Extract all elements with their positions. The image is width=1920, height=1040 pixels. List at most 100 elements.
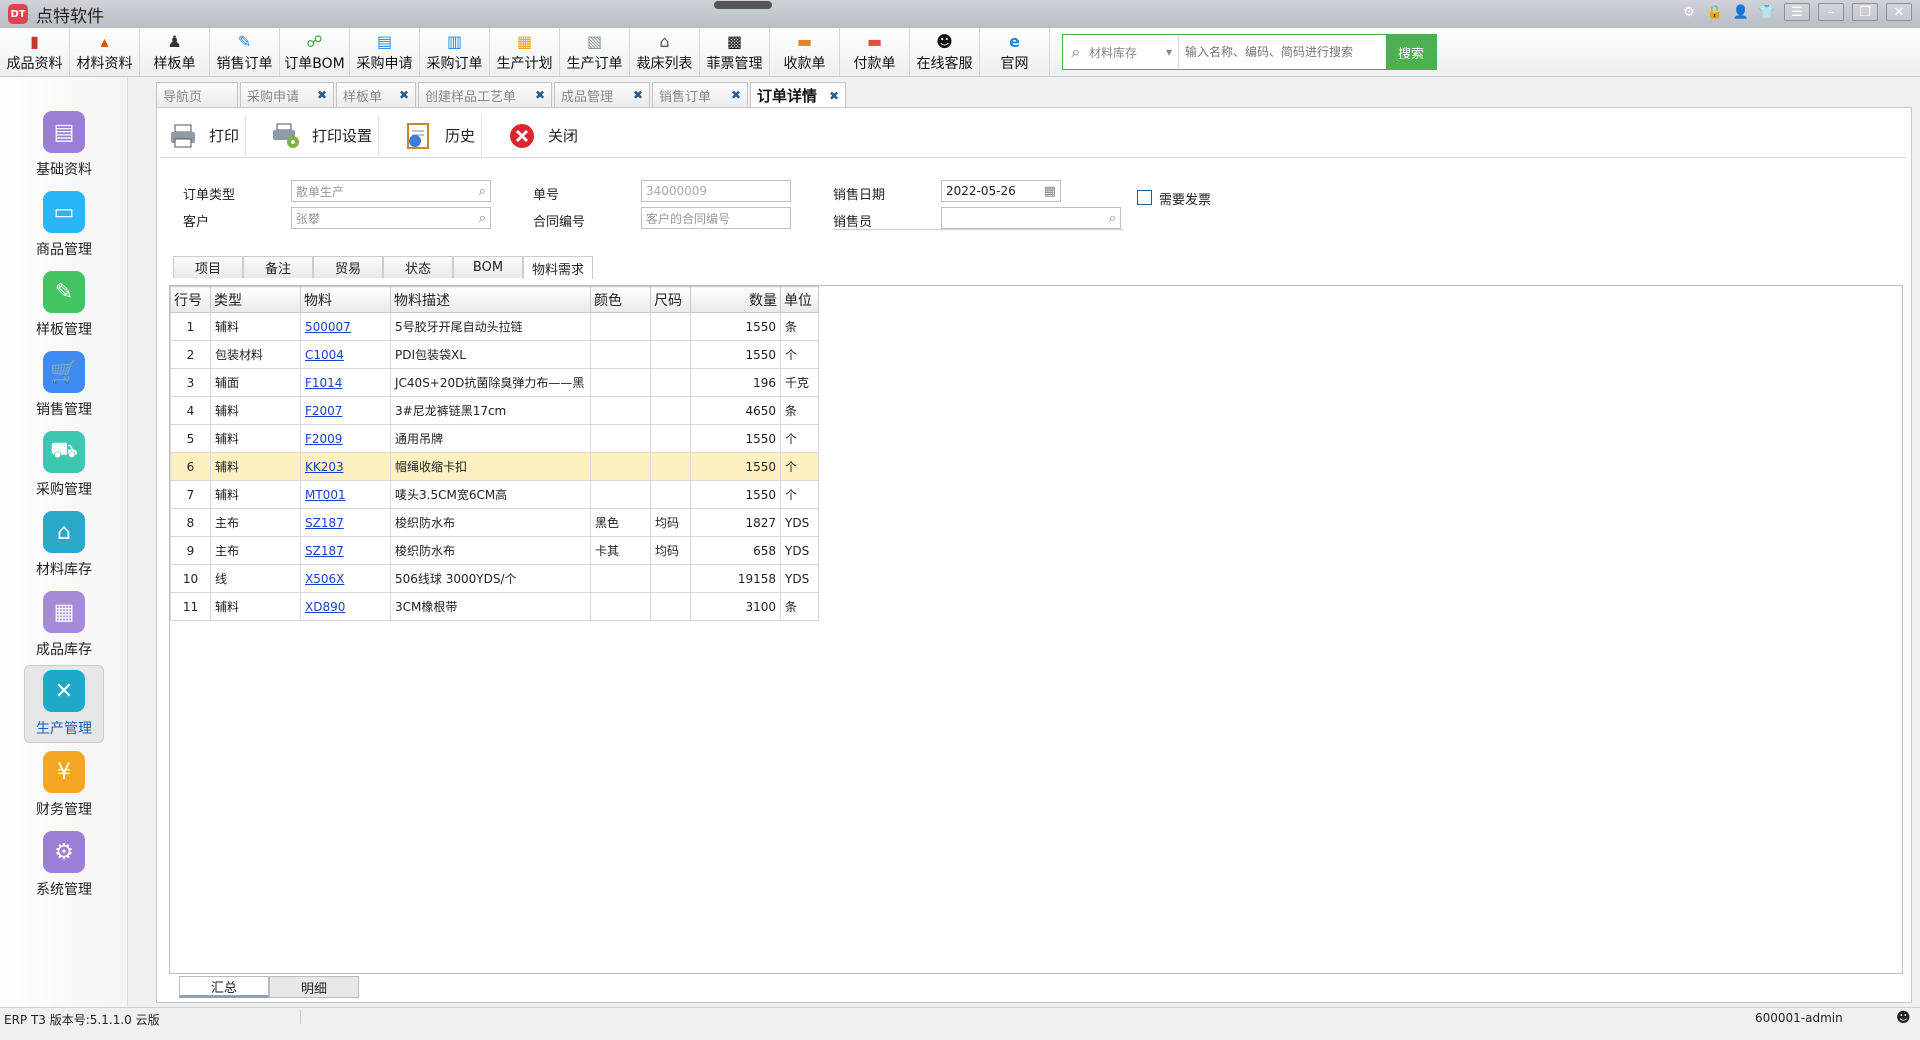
table-row[interactable]: 8 主布 SZ187 梭织防水布 黑色 均码 1827 YDS: [170, 508, 819, 537]
history-button[interactable]: 历史: [397, 115, 483, 156]
tab-summary[interactable]: 汇总: [179, 976, 269, 998]
search-icon[interactable]: ⌕: [1109, 211, 1116, 226]
shirt-icon[interactable]: 👕: [1758, 3, 1776, 21]
table-row[interactable]: 1 辅料 500007 5号胶牙开尾自动头拉链 1550 条: [170, 312, 819, 341]
close-button[interactable]: 关闭: [500, 116, 584, 156]
close-icon[interactable]: ✖: [731, 88, 741, 102]
tab-product-management[interactable]: 成品管理 ✖: [554, 82, 650, 107]
tab-purchase-request[interactable]: 采购申请 ✖: [240, 82, 334, 107]
sidebar-item-goods[interactable]: ▭ 商品管理: [24, 187, 104, 265]
sidebar-item-purchase[interactable]: ⛟ 采购管理: [24, 427, 104, 505]
sidebar-item-basic-data[interactable]: ▤ 基础资料: [24, 107, 104, 185]
table-row[interactable]: 6 辅料 KK203 帽绳收缩卡扣 1550 个: [170, 452, 819, 481]
close-icon[interactable]: ✖: [317, 88, 327, 102]
search-scope-select[interactable]: 材料库存 ▾: [1089, 35, 1179, 69]
contract-no-field[interactable]: 客户的合同编号: [641, 207, 791, 229]
tab-sample[interactable]: 样板单 ✖: [336, 82, 416, 107]
tab-order-detail[interactable]: 订单详情 ✖: [750, 82, 846, 108]
calendar-icon[interactable]: ▦: [1044, 184, 1056, 199]
window-grip[interactable]: [714, 1, 772, 9]
sale-date-field[interactable]: 2022-05-26 ▦: [941, 180, 1061, 202]
user-icon[interactable]: 👤: [1732, 3, 1750, 21]
close-icon[interactable]: ✕: [1886, 3, 1912, 21]
toolbar-cutting-list[interactable]: ⌂ 裁床列表: [630, 28, 700, 76]
table-row[interactable]: 10 线 X506X 506线球 3000YDS/个 19158 YDS: [170, 564, 819, 593]
toolbar-material[interactable]: ▴ 材料资料: [70, 28, 140, 76]
col-header-unit[interactable]: 单位: [780, 286, 819, 313]
toolbar-sales-order[interactable]: ✎ 销售订单: [210, 28, 280, 76]
maximize-icon[interactable]: ❐: [1852, 3, 1878, 21]
menu-icon[interactable]: ☰: [1784, 3, 1810, 21]
minimize-icon[interactable]: –: [1818, 3, 1844, 21]
table-row[interactable]: 11 辅料 XD890 3CM橡根带 3100 条: [170, 592, 819, 621]
invoice-checkbox[interactable]: [1137, 190, 1152, 205]
material-link[interactable]: F2007: [305, 404, 342, 418]
toolbar-payment[interactable]: ▬ 付款单: [840, 28, 910, 76]
material-link[interactable]: SZ187: [305, 544, 344, 558]
toolbar-purchase-order[interactable]: ▥ 采购订单: [420, 28, 490, 76]
order-type-field[interactable]: 散单生产 ⌕: [291, 180, 491, 202]
sidebar-item-production[interactable]: ✕ 生产管理: [24, 665, 104, 743]
material-link[interactable]: C1004: [305, 348, 344, 362]
table-row[interactable]: 4 辅料 F2007 3#尼龙裤链黑17cm 4650 条: [170, 396, 819, 425]
table-row[interactable]: 2 包装材料 C1004 PDI包装袋XL 1550 个: [170, 340, 819, 369]
material-link[interactable]: F2009: [305, 432, 342, 446]
material-link[interactable]: MT001: [305, 488, 346, 502]
close-icon[interactable]: ✖: [399, 88, 409, 102]
search-icon[interactable]: ⌕: [479, 184, 486, 199]
tab-create-sample-process[interactable]: 创建样品工艺单 ✖: [418, 82, 552, 107]
print-settings-button[interactable]: 打印设置: [264, 115, 380, 156]
toolbar-production-plan[interactable]: ▦ 生产计划: [490, 28, 560, 76]
subtab-items[interactable]: 项目: [173, 256, 243, 278]
sidebar-item-sales[interactable]: 🛒 销售管理: [24, 347, 104, 425]
col-header-material[interactable]: 物料: [300, 286, 391, 313]
tab-detail[interactable]: 明细: [269, 976, 359, 998]
sidebar-item-system[interactable]: ⚙ 系统管理: [24, 827, 104, 905]
salesperson-field[interactable]: ⌕: [941, 207, 1121, 229]
table-row[interactable]: 5 辅料 F2009 通用吊牌 1550 个: [170, 424, 819, 453]
customer-field[interactable]: 张攀 ⌕: [291, 207, 491, 229]
material-link[interactable]: F1014: [305, 376, 342, 390]
search-icon[interactable]: ⌕: [479, 211, 486, 226]
col-header-type[interactable]: 类型: [210, 286, 301, 313]
toolbar-online-service[interactable]: ☻ 在线客服: [910, 28, 980, 76]
toolbar-bom[interactable]: ☍ 订单BOM: [280, 28, 350, 76]
sidebar-item-product-stock[interactable]: ▦ 成品库存: [24, 587, 104, 665]
toolbar-production-order[interactable]: ▧ 生产订单: [560, 28, 630, 76]
col-header-color[interactable]: 颜色: [590, 286, 651, 313]
subtab-material-requirements[interactable]: 物料需求: [523, 256, 593, 279]
tab-navigation[interactable]: 导航页: [156, 82, 238, 107]
material-link[interactable]: XD890: [305, 600, 345, 614]
toolbar-receipt[interactable]: ▬ 收款单: [770, 28, 840, 76]
subtab-remarks[interactable]: 备注: [243, 256, 313, 278]
toolbar-sample[interactable]: ♟ 样板单: [140, 28, 210, 76]
toolbar-website[interactable]: e 官网: [980, 28, 1050, 76]
sidebar-item-material-stock[interactable]: ⌂ 材料库存: [24, 507, 104, 585]
tab-sales-order[interactable]: 销售订单 ✖: [652, 82, 748, 107]
qq-icon[interactable]: ☻: [1896, 1010, 1911, 1026]
print-button[interactable]: 打印: [161, 115, 247, 156]
close-icon[interactable]: ✖: [535, 88, 545, 102]
close-icon[interactable]: ✖: [829, 89, 839, 103]
col-header-size[interactable]: 尺码: [650, 286, 691, 313]
material-link[interactable]: 500007: [305, 320, 351, 334]
close-icon[interactable]: ✖: [633, 88, 643, 102]
toolbar-product[interactable]: ▮ 成品资料: [0, 28, 70, 76]
search-button[interactable]: 搜索: [1386, 35, 1436, 69]
table-row[interactable]: 9 主布 SZ187 梭织防水布 卡其 均码 658 YDS: [170, 536, 819, 565]
material-link[interactable]: KK203: [305, 460, 344, 474]
subtab-status[interactable]: 状态: [383, 256, 453, 278]
material-link[interactable]: X506X: [305, 572, 344, 586]
col-header-description[interactable]: 物料描述: [390, 286, 591, 313]
toolbar-ticket[interactable]: ▩ 菲票管理: [700, 28, 770, 76]
toolbar-purchase-request[interactable]: ▤ 采购申请: [350, 28, 420, 76]
gear-icon[interactable]: ⚙: [1680, 3, 1698, 21]
table-row[interactable]: 7 辅料 MT001 唛头3.5CM宽6CM高 1550 个: [170, 480, 819, 509]
subtab-bom[interactable]: BOM: [453, 256, 523, 278]
table-row[interactable]: 3 辅面 F1014 JC40S+20D抗菌除臭弹力布——黑 196 千克: [170, 368, 819, 397]
material-link[interactable]: SZ187: [305, 516, 344, 530]
sidebar-item-sample[interactable]: ✎ 样板管理: [24, 267, 104, 345]
col-header-qty[interactable]: 数量: [690, 286, 781, 313]
sidebar-item-finance[interactable]: ¥ 财务管理: [24, 747, 104, 825]
search-input[interactable]: [1179, 45, 1386, 59]
